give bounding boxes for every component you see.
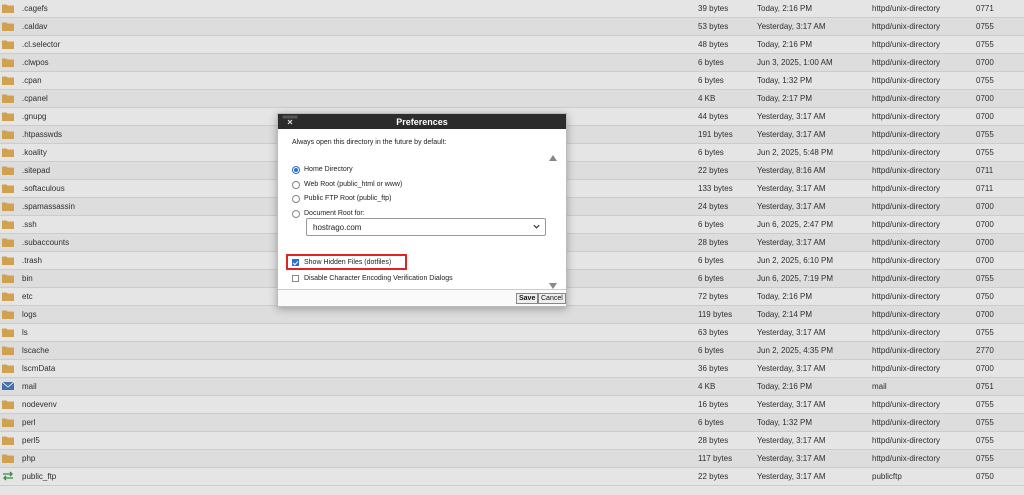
document-root-domain-select[interactable]: hostrago.com [306, 218, 546, 236]
label-disable-encoding: Disable Character Encoding Verification … [304, 275, 453, 282]
radio-document-root[interactable] [292, 210, 300, 218]
dialog-footer: Save Cancel [278, 289, 566, 306]
label-web-root: Web Root (public_html or www) [304, 181, 403, 188]
label-home-directory: Home Directory [304, 166, 353, 173]
scroll-up-arrow-icon[interactable] [549, 155, 557, 161]
label-public-ftp-root: Public FTP Root (public_ftp) [304, 195, 392, 202]
cancel-button[interactable]: Cancel [538, 293, 566, 304]
default-directory-intro: Always open this directory in the future… [292, 139, 447, 146]
radio-home-directory[interactable] [292, 166, 300, 174]
disable-encoding-checkbox[interactable] [292, 275, 299, 282]
radio-public-ftp-root[interactable] [292, 195, 300, 203]
dialog-header: Preferences [278, 114, 566, 129]
highlight-box [286, 254, 407, 270]
preferences-dialog: Preferences Always open this directory i… [277, 113, 567, 307]
dialog-body: Always open this directory in the future… [278, 129, 566, 289]
radio-web-root[interactable] [292, 181, 300, 189]
chevron-down-icon [533, 224, 540, 229]
dialog-title: Preferences [396, 117, 448, 127]
domain-select-value: hostrago.com [313, 223, 362, 232]
label-document-root: Document Root for: [304, 210, 365, 217]
save-button[interactable]: Save [516, 293, 539, 304]
